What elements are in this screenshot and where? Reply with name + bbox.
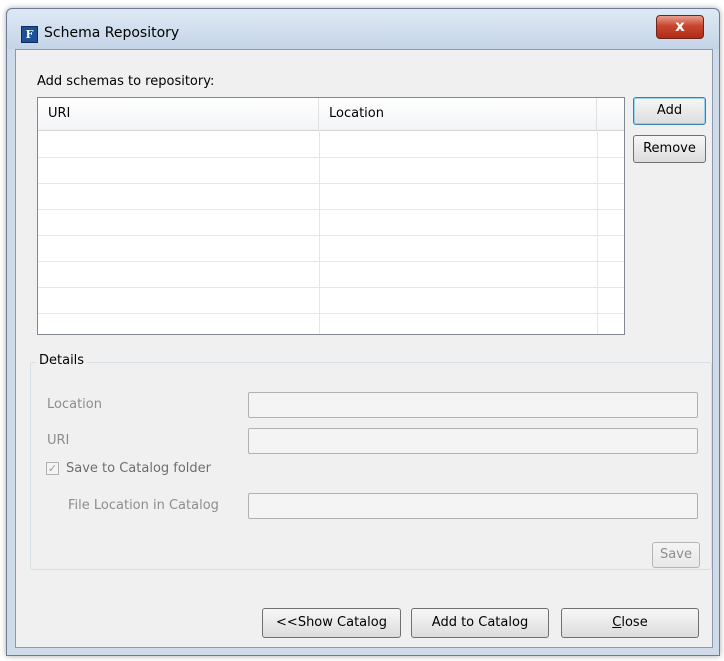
- add-to-catalog-button[interactable]: Add to Catalog: [411, 608, 549, 638]
- window-close-button[interactable]: x: [656, 15, 704, 39]
- details-group-title: Details: [36, 353, 88, 368]
- table-row[interactable]: [38, 287, 624, 314]
- uri-field[interactable]: [248, 428, 698, 454]
- table-row[interactable]: [38, 261, 624, 288]
- save-button[interactable]: Save: [652, 542, 700, 568]
- table-row[interactable]: [38, 157, 624, 184]
- schema-repository-window: F Schema Repository x Add schemas to rep…: [6, 8, 720, 656]
- location-field[interactable]: [248, 392, 698, 418]
- table-row[interactable]: [38, 183, 624, 210]
- show-catalog-button[interactable]: <<Show Catalog: [262, 608, 401, 638]
- save-to-catalog-label: Save to Catalog folder: [66, 461, 212, 476]
- app-icon: F: [21, 26, 38, 43]
- window-title: Schema Repository: [44, 25, 180, 41]
- table-row[interactable]: [38, 235, 624, 262]
- checkmark-icon: ✓: [47, 462, 58, 475]
- location-label: Location: [47, 397, 102, 412]
- add-schemas-heading: Add schemas to repository:: [37, 74, 215, 89]
- close-label: lose: [621, 615, 648, 630]
- column-divider: [597, 130, 598, 334]
- table-row[interactable]: [38, 209, 624, 236]
- table-header: URI Location: [38, 98, 624, 131]
- file-location-field[interactable]: [248, 493, 698, 519]
- add-button[interactable]: Add: [633, 97, 706, 125]
- close-mnemonic: C: [612, 615, 622, 630]
- close-button[interactable]: Close: [561, 608, 699, 638]
- column-header-uri[interactable]: URI: [38, 98, 319, 130]
- schema-table[interactable]: URI Location: [37, 97, 625, 335]
- uri-label: URI: [47, 433, 70, 448]
- file-location-label: File Location in Catalog: [68, 498, 219, 513]
- column-header-location[interactable]: Location: [319, 98, 597, 130]
- table-row[interactable]: [38, 131, 624, 158]
- column-divider: [319, 130, 320, 334]
- dialog-client-area: Add schemas to repository: URI Location …: [15, 49, 713, 648]
- title-bar[interactable]: F Schema Repository x: [7, 9, 719, 49]
- save-to-catalog-checkbox[interactable]: ✓: [46, 462, 59, 475]
- close-icon: x: [675, 17, 685, 35]
- remove-button[interactable]: Remove: [633, 135, 706, 163]
